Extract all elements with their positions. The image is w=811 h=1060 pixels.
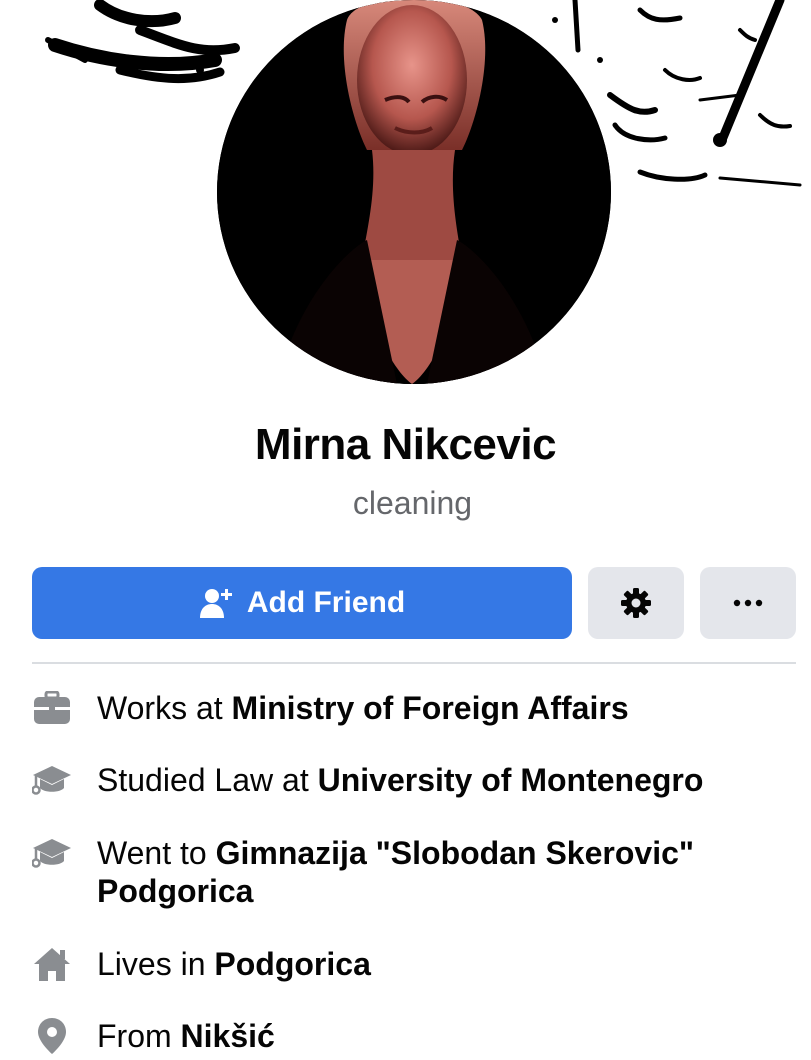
section-divider	[32, 662, 796, 664]
intro-from-value[interactable]: Nikšić	[181, 1018, 275, 1054]
profile-subtitle: cleaning	[352, 485, 473, 521]
intro-lives: Lives in Podgorica	[32, 945, 802, 983]
profile-name: Mirna Nikcevic	[254, 420, 557, 469]
intro-work-prefix: Works at	[97, 690, 232, 726]
add-friend-label: Add Friend	[246, 586, 406, 619]
gear-icon	[621, 588, 651, 618]
intro-work-value[interactable]: Ministry of Foreign Affairs	[232, 690, 629, 726]
intro-from-prefix: From	[97, 1018, 181, 1054]
intro-study: Studied Law at University of Montenegro	[32, 761, 802, 799]
intro-study-value[interactable]: University of Montenegro	[318, 762, 704, 798]
intro-from: From Nikšić	[32, 1017, 802, 1055]
intro-study-prefix: Studied Law at	[97, 762, 318, 798]
location-pin-icon	[32, 1017, 72, 1055]
intro-work: Works at Ministry of Foreign Affairs	[32, 689, 802, 727]
intro-lives-value[interactable]: Podgorica	[214, 946, 370, 982]
graduation-cap-icon	[32, 761, 72, 799]
settings-button[interactable]	[588, 567, 684, 639]
intro-school: Went to Gimnazija "Slobodan Skerovic" Po…	[32, 834, 802, 910]
profile-picture[interactable]	[217, 0, 611, 384]
profile-photo	[217, 0, 611, 384]
more-options-button[interactable]	[700, 567, 796, 639]
intro-school-prefix: Went to	[97, 835, 216, 871]
add-friend-button[interactable]: Add Friend	[32, 567, 572, 639]
intro-lives-prefix: Lives in	[97, 946, 215, 982]
graduation-cap-icon	[32, 834, 72, 872]
briefcase-icon	[32, 689, 72, 727]
more-horizontal-icon	[733, 599, 763, 607]
home-icon	[32, 945, 72, 983]
add-friend-icon	[199, 586, 233, 620]
